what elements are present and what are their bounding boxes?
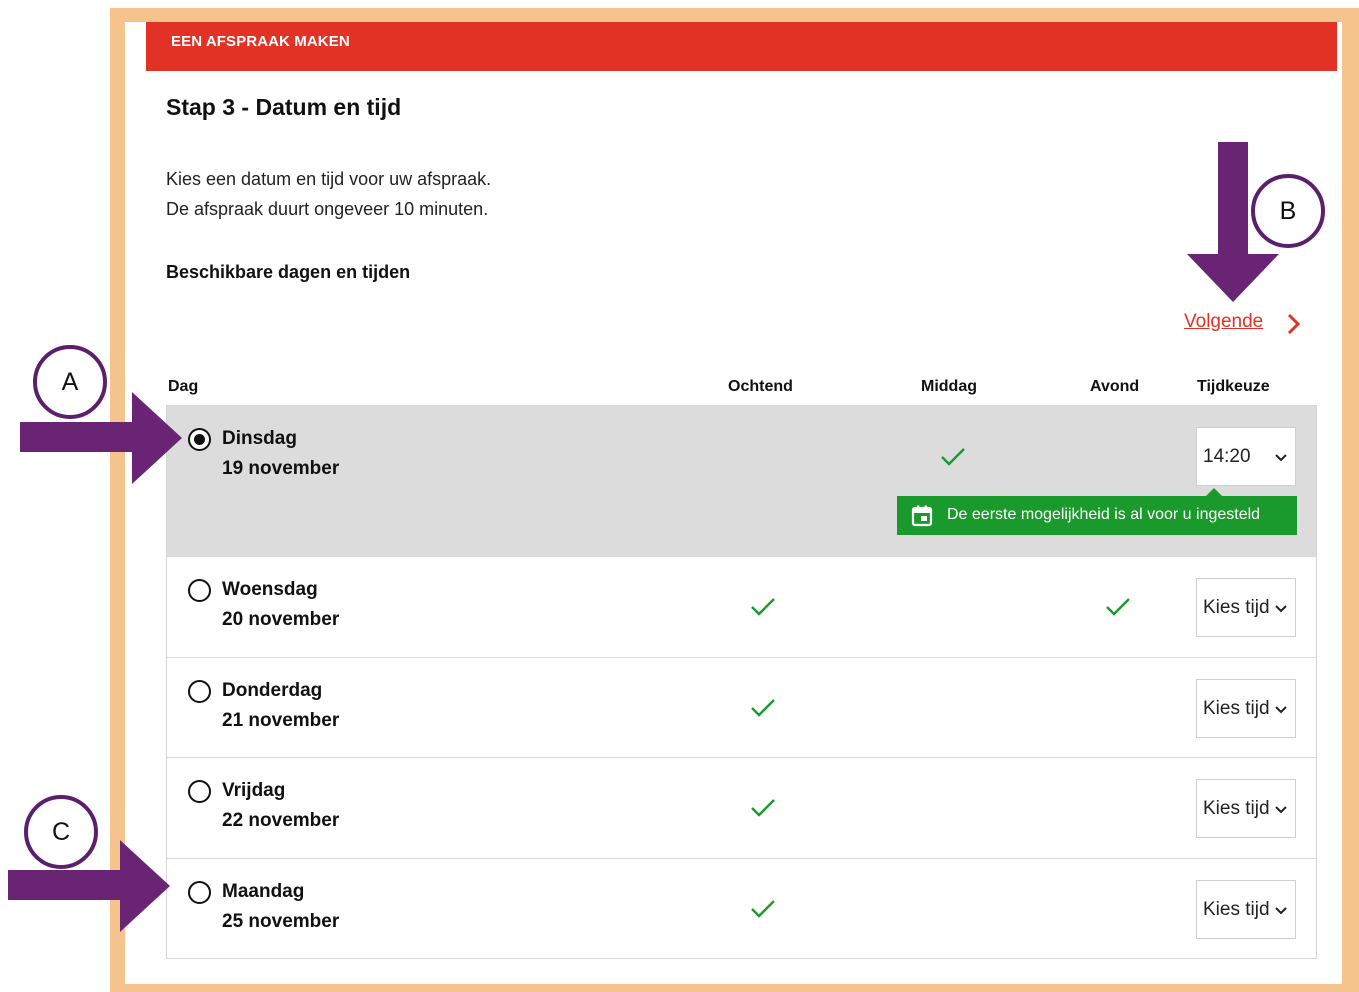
table-row[interactable]: Dinsdag 19 november 14:20 De eerste moge…	[167, 406, 1316, 557]
day-name: Maandag	[222, 881, 305, 902]
annotation-circle-c: C	[24, 795, 98, 869]
day-name: Vrijdag	[222, 780, 286, 801]
time-select[interactable]: Kies tijd	[1196, 679, 1296, 738]
day-date: 20 november	[222, 609, 340, 630]
day-radio[interactable]	[188, 780, 211, 803]
day-name: Woensdag	[222, 579, 318, 600]
day-date: 19 november	[222, 458, 340, 479]
next-link[interactable]: Volgende	[1184, 311, 1263, 333]
page-title: Stap 3 - Datum en tijd	[166, 94, 402, 120]
checkmark-icon	[1106, 598, 1130, 616]
time-select[interactable]: 14:20	[1196, 427, 1296, 486]
time-select[interactable]: Kies tijd	[1196, 880, 1296, 939]
column-header-time-choice: Tijdkeuze	[1197, 378, 1270, 395]
day-date: 25 november	[222, 911, 340, 932]
chevron-down-icon	[1275, 706, 1287, 714]
table-row[interactable]: Donderdag 21 november Kies tijd	[167, 658, 1316, 758]
time-select-value: Kies tijd	[1203, 597, 1270, 618]
annotation-label-b: B	[1279, 197, 1297, 225]
availability-table: Dinsdag 19 november 14:20 De eerste moge…	[166, 405, 1317, 959]
chevron-down-icon	[1275, 454, 1287, 462]
time-select[interactable]: Kies tijd	[1196, 779, 1296, 838]
intro-line-2: De afspraak duurt ongeveer 10 minuten.	[166, 199, 489, 219]
checkmark-icon	[941, 448, 965, 466]
day-date: 21 november	[222, 710, 340, 731]
chevron-down-icon	[1275, 806, 1287, 814]
header-banner-label: EEN AFSPRAAK MAKEN	[171, 33, 350, 50]
default-time-tooltip: De eerste mogelijkheid is al voor u inge…	[897, 488, 1297, 535]
table-row[interactable]: Woensdag 20 november Kies tijd	[167, 557, 1316, 658]
column-header-evening: Avond	[1090, 378, 1140, 395]
day-radio[interactable]	[188, 428, 211, 451]
checkmark-icon	[751, 699, 775, 717]
header-banner: EEN AFSPRAAK MAKEN	[146, 22, 1337, 71]
calendar-icon	[911, 505, 933, 527]
section-title: Beschikbare dagen en tijden	[166, 262, 411, 282]
table-row[interactable]: Vrijdag 22 november Kies tijd	[167, 758, 1316, 859]
day-name: Dinsdag	[222, 428, 297, 449]
annotation-label-a: A	[61, 368, 79, 396]
time-select[interactable]: Kies tijd	[1196, 578, 1296, 637]
day-date: 22 november	[222, 810, 340, 831]
chevron-down-icon	[1275, 907, 1287, 915]
chevron-right-icon[interactable]	[1285, 313, 1303, 335]
annotation-circle-a: A	[33, 345, 107, 419]
checkmark-icon	[751, 598, 775, 616]
tooltip-text: De eerste mogelijkheid is al voor u inge…	[947, 506, 1261, 523]
column-header-morning: Ochtend	[728, 378, 793, 395]
time-select-value: 14:20	[1203, 446, 1251, 467]
annotation-label-c: C	[51, 818, 71, 846]
annotation-circle-b: B	[1251, 174, 1325, 248]
day-radio[interactable]	[188, 680, 211, 703]
table-row[interactable]: Maandag 25 november Kies tijd	[167, 859, 1316, 959]
column-header-afternoon: Middag	[921, 378, 977, 395]
time-select-value: Kies tijd	[1203, 698, 1270, 719]
day-radio[interactable]	[188, 881, 211, 904]
intro-text: Kies een datum en tijd voor uw afspraak.…	[166, 164, 491, 224]
day-name: Donderdag	[222, 680, 323, 701]
intro-line-1: Kies een datum en tijd voor uw afspraak.	[166, 169, 492, 189]
time-select-value: Kies tijd	[1203, 899, 1270, 920]
day-radio[interactable]	[188, 579, 211, 602]
checkmark-icon	[751, 900, 775, 918]
chevron-down-icon	[1275, 605, 1287, 613]
time-select-value: Kies tijd	[1203, 798, 1270, 819]
checkmark-icon	[751, 799, 775, 817]
